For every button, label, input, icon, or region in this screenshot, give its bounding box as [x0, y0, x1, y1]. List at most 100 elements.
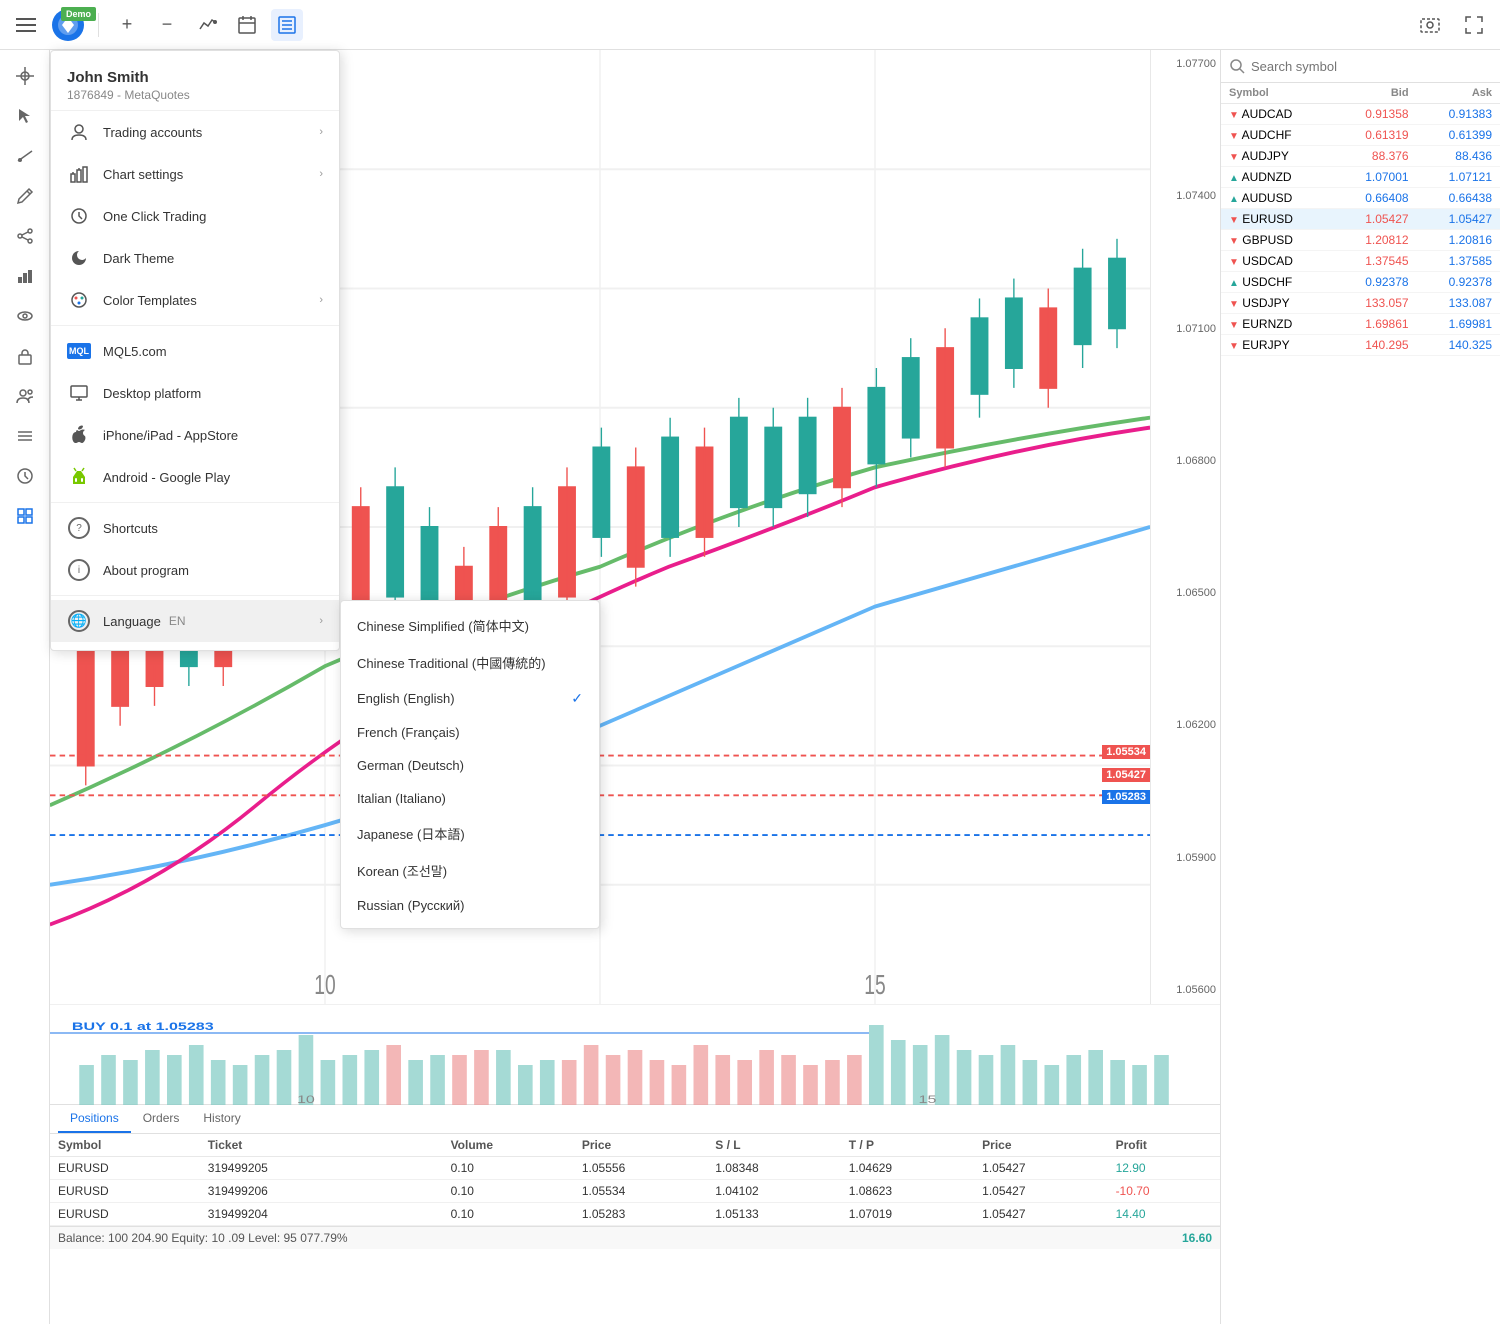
calendar-button[interactable]: [231, 9, 263, 41]
plus-icon: +: [122, 14, 133, 35]
menu-item-trading-accounts[interactable]: Trading accounts ›: [51, 111, 339, 153]
bid-col-header: Bid: [1333, 83, 1416, 104]
app-container: Demo + −: [0, 0, 1500, 1324]
symbol-row[interactable]: ▲ AUDUSD 0.66408 0.66438: [1221, 188, 1500, 209]
price-axis: 1.07700 1.07400 1.07100 1.06800 1.06500 …: [1150, 50, 1220, 1004]
lang-item-it[interactable]: Italian (Italiano): [341, 782, 599, 815]
ask-value: 140.325: [1417, 335, 1500, 356]
user-account: 1876849 - MetaQuotes: [67, 88, 323, 102]
symbol-row[interactable]: ▼ AUDCHF 0.61319 0.61399: [1221, 125, 1500, 146]
total-profit: 16.60: [1182, 1231, 1212, 1245]
symbol-row[interactable]: ▼ USDCAD 1.37545 1.37585: [1221, 251, 1500, 272]
minus-icon: −: [162, 14, 173, 35]
lang-item-fr[interactable]: French (Français): [341, 716, 599, 749]
add-button[interactable]: +: [111, 9, 143, 41]
tab-positions[interactable]: Positions: [58, 1105, 131, 1133]
lang-item-de[interactable]: German (Deutsch): [341, 749, 599, 782]
lang-item-ko[interactable]: Korean (조선말): [341, 852, 599, 889]
sidebar-icon-list[interactable]: [7, 418, 43, 454]
lang-item-en[interactable]: English (English)✓: [341, 681, 599, 716]
menu-label-one-click: One Click Trading: [103, 209, 206, 224]
top-toolbar: Demo + −: [0, 0, 1500, 50]
screenshot-button[interactable]: [1414, 9, 1446, 41]
symbol-row[interactable]: ▼ USDJPY 133.057 133.087: [1221, 293, 1500, 314]
symbol-row[interactable]: ▼ EURNZD 1.69861 1.69981: [1221, 314, 1500, 335]
tab-history[interactable]: History: [191, 1105, 252, 1133]
pos-tp: 1.07019: [841, 1203, 974, 1226]
menu-item-color-templates[interactable]: Color Templates ›: [51, 279, 339, 321]
sidebar-icon-connect[interactable]: [7, 218, 43, 254]
symbol-row[interactable]: ▼ GBPUSD 1.20812 1.20816: [1221, 230, 1500, 251]
info-circle: i: [68, 559, 90, 581]
calendar-icon: [237, 15, 257, 35]
bid-value: 1.05427: [1333, 209, 1416, 230]
sidebar-icon-lock[interactable]: [7, 338, 43, 374]
pos-profit: 12.90: [1108, 1157, 1220, 1180]
symbol-row[interactable]: ▲ AUDNZD 1.07001 1.07121: [1221, 167, 1500, 188]
language-submenu: Chinese Simplified (简体中文)Chinese Traditi…: [340, 600, 600, 929]
menu-item-appstore[interactable]: iPhone/iPad - AppStore: [51, 414, 339, 456]
sidebar-icon-history[interactable]: [7, 458, 43, 494]
menu-item-one-click-trading[interactable]: One Click Trading: [51, 195, 339, 237]
symbol-name: ▼ AUDCHF: [1221, 125, 1333, 146]
menu-label-chart-settings: Chart settings: [103, 167, 183, 182]
bid-value: 140.295: [1333, 335, 1416, 356]
position-row[interactable]: EURUSD 319499204 0.10 1.05283 1.05133 1.…: [50, 1203, 1220, 1226]
lang-item-ja[interactable]: Japanese (日本語): [341, 815, 599, 852]
demo-badge: Demo: [61, 7, 96, 21]
arrow-icon-3: ›: [319, 294, 323, 306]
col-price-open: Price: [574, 1134, 707, 1157]
menu-item-android[interactable]: Android - Google Play: [51, 456, 339, 498]
lang-item-ru[interactable]: Russian (Русский): [341, 889, 599, 922]
menu-item-dark-theme[interactable]: Dark Theme: [51, 237, 339, 279]
menu-item-desktop[interactable]: Desktop platform: [51, 372, 339, 414]
menu-item-language[interactable]: 🌐 Language EN ›: [51, 600, 339, 642]
tab-orders[interactable]: Orders: [131, 1105, 192, 1133]
sidebar-icon-bars[interactable]: [7, 258, 43, 294]
list-button[interactable]: [271, 9, 303, 41]
sidebar-icon-pencil[interactable]: [7, 178, 43, 214]
symbol-row[interactable]: ▼ EURJPY 140.295 140.325: [1221, 335, 1500, 356]
direction-arrow: ▲: [1229, 278, 1239, 289]
hamburger-button[interactable]: [10, 9, 42, 41]
fullscreen-button[interactable]: [1458, 9, 1490, 41]
pos-type: [371, 1157, 407, 1180]
bid-value: 133.057: [1333, 293, 1416, 314]
sidebar-icon-people[interactable]: [7, 378, 43, 414]
symbol-row[interactable]: ▲ USDCHF 0.92378 0.92378: [1221, 272, 1500, 293]
symbol-row[interactable]: ▼ AUDJPY 88.376 88.436: [1221, 146, 1500, 167]
sidebar-icon-eye[interactable]: [7, 298, 43, 334]
price-tick-2: 1.07400: [1155, 190, 1216, 202]
indicators-button[interactable]: [191, 9, 223, 41]
direction-arrow: ▼: [1229, 257, 1239, 268]
lang-label: French (Français): [357, 725, 460, 740]
ask-value: 1.05427: [1417, 209, 1500, 230]
bid-value: 1.20812: [1333, 230, 1416, 251]
sidebar-icon-line[interactable]: [7, 138, 43, 174]
bid-value: 1.69861: [1333, 314, 1416, 335]
position-row[interactable]: EURUSD 319499205 0.10 1.05556 1.08348 1.…: [50, 1157, 1220, 1180]
symbol-row[interactable]: ▼ AUDCAD 0.91358 0.91383: [1221, 104, 1500, 125]
lang-item-zh-traditional[interactable]: Chinese Traditional (中國傳統的): [341, 644, 599, 681]
menu-item-about[interactable]: i About program: [51, 549, 339, 591]
bid-value: 0.66408: [1333, 188, 1416, 209]
pos-volume: 0.10: [443, 1180, 574, 1203]
fullscreen-icon: [1464, 15, 1484, 35]
minus-button[interactable]: −: [151, 9, 183, 41]
pos-symbol: EURUSD: [50, 1157, 200, 1180]
direction-arrow: ▼: [1229, 110, 1239, 121]
menu-item-mql5[interactable]: MQL MQL5.com: [51, 330, 339, 372]
position-row[interactable]: EURUSD 319499206 0.10 1.05534 1.04102 1.…: [50, 1180, 1220, 1203]
pos-price-open: 1.05556: [574, 1157, 707, 1180]
sidebar-icon-cursor[interactable]: [7, 98, 43, 134]
menu-label-appstore: iPhone/iPad - AppStore: [103, 428, 238, 443]
symbol-row[interactable]: ▼ EURUSD 1.05427 1.05427: [1221, 209, 1500, 230]
menu-item-shortcuts[interactable]: ? Shortcuts: [51, 507, 339, 549]
balance-bar: Balance: 100 204.90 Equity: 10 .09 Level…: [50, 1226, 1220, 1249]
sidebar-icon-crosshair[interactable]: [7, 58, 43, 94]
sidebar-icon-grid[interactable]: [7, 498, 43, 534]
col-ticket: Ticket: [200, 1134, 371, 1157]
lang-item-zh-simplified[interactable]: Chinese Simplified (简体中文): [341, 607, 599, 644]
search-input[interactable]: [1251, 59, 1492, 74]
menu-item-chart-settings[interactable]: Chart settings ›: [51, 153, 339, 195]
